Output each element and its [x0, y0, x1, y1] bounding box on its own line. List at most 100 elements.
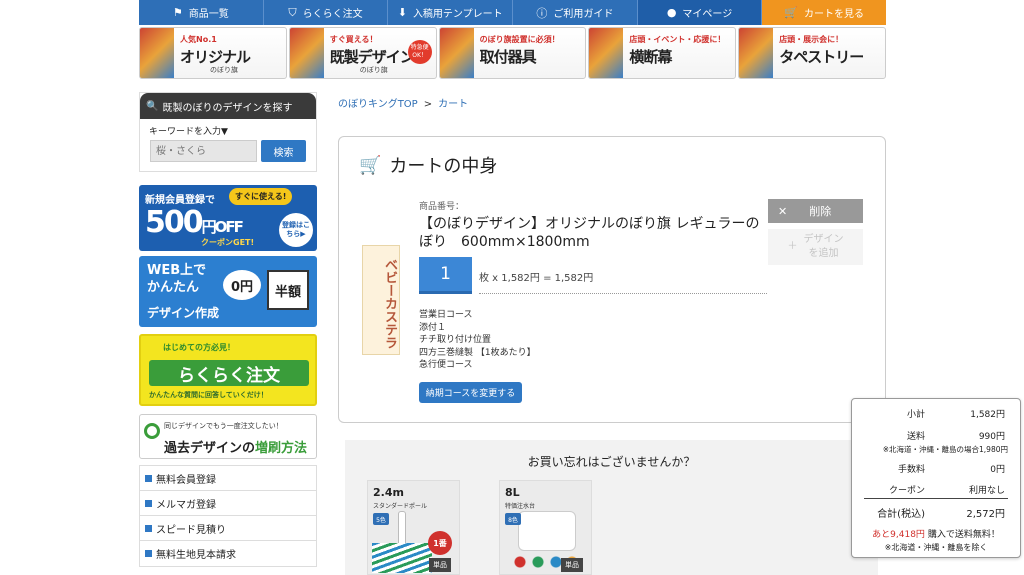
promo-reprint[interactable]: 同じデザインでもう一度注文したい！ 過去デザインの増刷方法 — [139, 414, 317, 459]
breadcrumb-home[interactable]: のぼりキングTOP — [338, 99, 418, 110]
summary-label: 手数料 — [897, 465, 925, 475]
keyword-label: キーワードを入力▼ — [149, 127, 228, 137]
summary-label: 送料 — [906, 432, 925, 442]
nav-label: ご利用ガイド — [553, 9, 614, 20]
product-name: 8L — [505, 486, 520, 499]
add-design-line2: を追加 — [808, 248, 839, 259]
bullet-icon — [145, 524, 152, 532]
total-value: 2,572円 — [966, 509, 1005, 520]
banner-badge: 特急便OK！ — [407, 40, 432, 64]
banner-sub: 店頭・イベント・応援に！ — [629, 35, 726, 44]
banner-tapestry[interactable]: 店頭・展示会に！ タペストリー — [738, 27, 886, 79]
order-summary: 小計 1,582円 送料 990円 ※北海道・沖縄・離島の場合1,980円 手数料 0… — [851, 398, 1021, 558]
promo-main: らくらく注文 — [149, 360, 309, 386]
sidebar-link-quote[interactable]: スピード見積り — [140, 516, 316, 541]
recommend-product[interactable]: 2.4m スタンダードポール 5色 1番 単品 — [367, 480, 460, 575]
single-tag: 単品 — [429, 558, 451, 572]
banner-title: 既製デザイン — [329, 48, 415, 66]
summary-value: 利用なし — [968, 486, 1005, 496]
promo-half: 半額 — [267, 270, 309, 310]
shield-icon: ⛉ — [288, 5, 297, 19]
sidebar-link-newsletter[interactable]: メルマガ登録 — [140, 491, 316, 516]
summary-row-fee: 手数料 0円 — [852, 462, 1020, 475]
flag-icon: ⚑ — [172, 6, 183, 19]
banner-fixtures[interactable]: のぼり旗設置に必須！ 取付器具 — [438, 27, 587, 79]
free-shipping-text: 購入で送料無料！ — [927, 530, 1000, 540]
promo-top: 同じデザインでもう一度注文したい！ — [164, 422, 283, 430]
nav-products[interactable]: ⚑ 商品一覧 — [139, 0, 264, 25]
bullet-icon — [145, 474, 152, 482]
link-label: 無料会員登録 — [156, 474, 216, 486]
shipping-note: ※北海道・沖縄・離島の場合1,980円 — [882, 445, 1008, 454]
banner-image — [589, 28, 624, 78]
search-header: 🔍 既製のぼりのデザインを探す — [140, 93, 316, 119]
delete-button[interactable]: ✕ 削除 — [768, 199, 863, 223]
promo-line3: デザイン作成 — [147, 306, 220, 320]
search-button[interactable]: 検索 — [261, 140, 306, 162]
change-delivery-button[interactable]: 納期コースを変更する — [419, 382, 522, 403]
banner-original-flag[interactable]: 人気No.1 オリジナル のぼり旗 — [139, 27, 287, 79]
keyword-input[interactable] — [150, 140, 257, 162]
product-name: 2.4m — [373, 486, 404, 499]
sidebar-link-register[interactable]: 無料会員登録 — [140, 466, 316, 491]
promo-line: 新規会員登録で — [145, 195, 215, 206]
cart-title: 🛒 カートの中身 — [359, 152, 497, 178]
banner-banner[interactable]: 店頭・イベント・応援に！ 横断幕 — [588, 27, 737, 79]
nav-easy-order[interactable]: ⛉ らくらく注文 — [263, 0, 389, 25]
nav-label: らくらく注文 — [302, 9, 363, 20]
nav-guide[interactable]: ⓘ ご利用ガイド — [513, 0, 638, 25]
summary-row-total: 合計(税込) 2,572円 — [852, 505, 1020, 520]
promo-web-design[interactable]: WEB上で かんたん デザイン作成 0円 半額 — [139, 256, 317, 327]
flag-text: ベビーカステラ — [382, 257, 397, 349]
summary-label: クーポン — [888, 486, 925, 496]
recommend-product[interactable]: 8L 特価注水台 8色 単品 — [499, 480, 592, 575]
promo-sub: かんたんな質問に回答していくだけ！ — [149, 391, 268, 399]
nav-label: カートを見る — [804, 9, 865, 20]
promo-easy-order[interactable]: はじめての方必見！ らくらく注文 かんたんな質問に回答していくだけ！ — [139, 334, 317, 406]
summary-divider — [864, 498, 1008, 499]
banner-title: 取付器具 — [479, 48, 537, 66]
nav-cart[interactable]: 🛒 カートを見る — [762, 0, 887, 25]
add-design-button[interactable]: ＋ デザイン を追加 — [768, 229, 863, 265]
cart-title-text: カートの中身 — [389, 156, 498, 177]
page: ⚑ 商品一覧 ⛉ らくらく注文 ⬇ 入稿用テンプレート ⓘ ご利用ガイド ● マイページ … — [0, 0, 1024, 575]
banner-sub: 店頭・展示会に！ — [779, 35, 844, 44]
product-sub: スタンダードポール — [373, 503, 428, 510]
banner-small: のぼり旗 — [359, 66, 388, 74]
add-design-line1: デザイン — [803, 234, 844, 245]
rank-badge: 1番 — [428, 531, 452, 555]
free-shipping-amount: あと9,418円 — [872, 530, 925, 540]
delete-label: 削除 — [809, 205, 832, 218]
product-name: 【のぼりデザイン】オリジナルのぼり旗 レギュラーのぼり 600mm×1800mm — [419, 216, 760, 250]
free-shipping-note: ※北海道・沖縄・離島を除く — [884, 543, 988, 552]
design-search: 🔍既製のぼりのデザインを探す キーワードを入力▼ 検索 — [139, 92, 317, 172]
summary-row-shipping: 送料 990円 — [852, 429, 1020, 442]
summary-row-coupon: クーポン 利用なし — [852, 483, 1020, 496]
product-flag-preview[interactable]: ベビーカステラ — [362, 245, 400, 355]
banner-image — [140, 28, 174, 78]
unit-price-line: 枚 x 1,582円 = 1,582円 — [479, 269, 767, 294]
promo-member-coupon[interactable]: 新規会員登録で すぐに使える! 500円OFF クーポンGET! 登録はこちら▶ — [139, 185, 317, 251]
option-item: 四方三巻縫製 【1枚あたり】 — [419, 347, 536, 358]
promo-main-a: 過去デザインの — [164, 441, 256, 456]
single-tag: 単品 — [561, 558, 583, 572]
color-badge: 8色 — [505, 513, 521, 525]
pole-stripes-image — [372, 543, 432, 573]
promo-line: WEB上で かんたん — [147, 262, 206, 296]
recommend-heading: お買い忘れはございませんか？ — [527, 455, 696, 469]
banner-title: オリジナル — [180, 48, 251, 66]
sidebar-link-sample[interactable]: 無料生地見本請求 — [140, 541, 316, 566]
cart-icon: 🛒 — [359, 154, 382, 176]
download-icon: ⬇ — [397, 6, 407, 19]
breadcrumb-current: カート — [438, 99, 469, 110]
info-icon: ⓘ — [536, 6, 548, 20]
quantity-input[interactable]: 1 — [419, 257, 472, 294]
nav-template[interactable]: ⬇ 入稿用テンプレート — [388, 0, 514, 25]
nav-label: マイページ — [682, 9, 733, 20]
add-design-label: デザイン を追加 — [804, 233, 844, 261]
nav-mypage[interactable]: ● マイページ — [637, 0, 763, 25]
search-row: 検索 — [150, 140, 316, 162]
water-base-image — [518, 511, 576, 551]
banner-ready-design[interactable]: すぐ買える！ 既製デザイン のぼり旗 特急便OK！ — [288, 27, 437, 79]
search-title: 既製のぼりのデザインを探す — [162, 102, 293, 114]
